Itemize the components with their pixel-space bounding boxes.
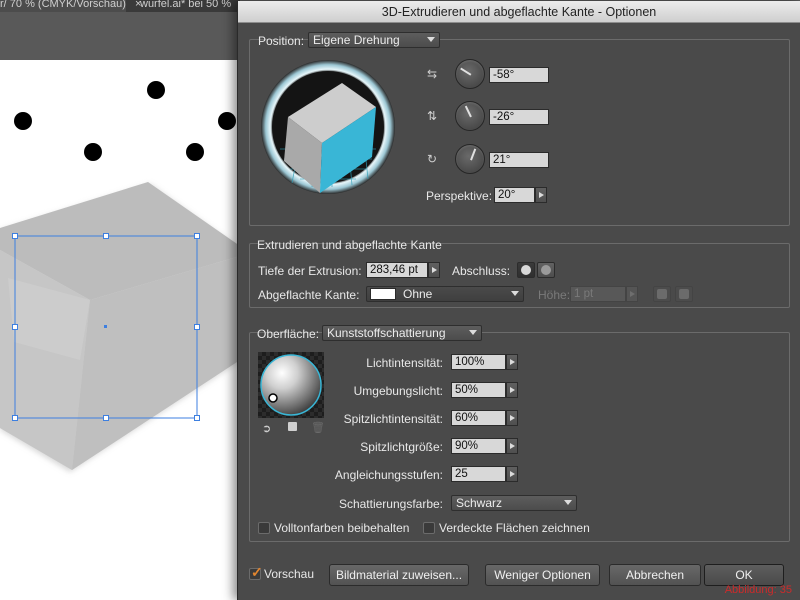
y-rotation-dial[interactable] [455,101,485,131]
highlight-size-stepper[interactable] [506,438,518,454]
height-stepper[interactable] [626,286,638,302]
rotation-track-cube[interactable] [260,59,396,195]
light-intensity-input[interactable]: 100% [451,354,506,370]
position-preset-value: Eigene Drehung [313,33,400,47]
blend-steps-input[interactable]: 25 [451,466,506,482]
ambient-label: Umgebungslicht: [353,384,443,398]
x-axis-rotate-icon: ⇆ [426,67,438,81]
blend-steps-label: Angleichungsstufen: [334,468,443,482]
preview-label[interactable]: Vorschau [264,567,314,581]
draw-hidden-label[interactable]: Verdeckte Flächen zeichnen [439,521,590,535]
x-rotation-dial[interactable] [455,59,485,89]
bevel-dropdown[interactable]: Ohne [366,286,524,302]
light-intensity-stepper[interactable] [506,354,518,370]
x-rotation-input[interactable]: -58° [489,67,549,83]
new-light-icon[interactable] [288,422,297,431]
extrude-section-title: Extrudieren und abgeflachte Kante [257,238,442,252]
chevron-down-icon [427,37,435,42]
bevel-swatch [370,288,396,300]
shading-color-value: Schwarz [456,496,503,510]
height-input[interactable]: 1 pt [570,286,626,302]
surface-type-dropdown[interactable]: Kunststoffschattierung [322,325,482,341]
3d-options-dialog: 3D-Extrudieren und abgeflachte Kante - O… [237,1,800,600]
document-tab-title: r/ 70 % (CMYK/Vorschau) [0,0,126,10]
surface-label: Oberfläche: [257,327,320,341]
ambient-stepper[interactable] [506,382,518,398]
document-tab-title: wurfel.ai* bei 50 % [140,0,232,10]
bevel-outside-icon [657,289,667,299]
bevel-inside-button[interactable] [675,286,693,302]
fewer-options-button[interactable]: Weniger Optionen [485,564,600,586]
preserve-spot-label[interactable]: Volltonfarben beibehalten [274,521,409,535]
document-tab-bar: r/ 70 % (CMYK/Vorschau) × wurfel.ai* bei… [0,0,240,12]
cap-off-button[interactable] [537,262,555,278]
depth-stepper[interactable] [428,262,440,278]
extruded-cube-artwork[interactable] [0,60,240,600]
perspective-input[interactable]: 20° [494,187,535,203]
preview-checkbox[interactable] [249,564,263,581]
z-rotation-dial[interactable] [455,144,485,174]
bevel-value: Ohne [403,287,433,301]
document-tab-active[interactable]: r/ 70 % (CMYK/Vorschau) × [0,0,141,12]
z-axis-rotate-icon: ↻ [426,152,438,166]
dialog-titlebar[interactable]: 3D-Extrudieren und abgeflachte Kante - O… [238,1,800,23]
light-intensity-label: Lichtintensität: [366,356,443,370]
map-art-button[interactable]: Bildmaterial zuweisen... [329,564,469,586]
cap-on-button[interactable] [517,262,535,278]
shading-color-label: Schattierungsfarbe: [338,497,443,511]
lighting-sphere-preview[interactable] [258,352,324,418]
move-light-back-icon[interactable]: ➲ [262,422,271,435]
y-rotation-input[interactable]: -26° [489,109,549,125]
blend-steps-stepper[interactable] [506,466,518,482]
surface-type-value: Kunststoffschattierung [327,326,446,340]
chevron-down-icon [564,500,572,505]
ok-button[interactable]: OK [704,564,784,586]
dialog-title: 3D-Extrudieren und abgeflachte Kante - O… [381,5,657,19]
bevel-outside-button[interactable] [653,286,671,302]
artboard[interactable] [0,60,240,600]
cap-on-icon [521,265,531,275]
position-label: Position: [258,34,305,48]
shading-color-dropdown[interactable]: Schwarz [451,495,577,511]
highlight-intensity-input[interactable]: 60% [451,410,506,426]
chevron-down-icon [511,291,519,296]
height-label: Höhe: [538,288,571,302]
bevel-inside-icon [679,289,689,299]
draw-hidden-checkbox[interactable] [423,522,435,534]
depth-input[interactable]: 283,46 pt [366,262,428,278]
highlight-intensity-label: Spitzlichtintensität: [343,412,443,426]
cap-label: Abschluss: [452,264,511,278]
depth-label: Tiefe der Extrusion: [258,264,362,278]
cap-off-icon [541,265,551,275]
highlight-size-input[interactable]: 90% [451,438,506,454]
watermark-caption: Abbildung: 35 [724,584,792,596]
position-preset-dropdown[interactable]: Eigene Drehung [308,32,440,48]
y-axis-rotate-icon: ⇅ [426,109,438,123]
chevron-down-icon [469,330,477,335]
highlight-size-label: Spitzlichtgröße: [360,440,443,454]
perspective-label: Perspektive: [426,189,493,203]
bevel-label: Abgeflachte Kante: [258,288,360,302]
ambient-input[interactable]: 50% [451,382,506,398]
preserve-spot-checkbox[interactable] [258,522,270,534]
pasteboard [0,12,240,60]
highlight-intensity-stepper[interactable] [506,410,518,426]
document-tab-inactive[interactable]: wurfel.ai* bei 50 % [136,0,231,12]
cancel-button[interactable]: Abbrechen [609,564,701,586]
perspective-stepper[interactable] [535,187,547,203]
z-rotation-input[interactable]: 21° [489,152,549,168]
